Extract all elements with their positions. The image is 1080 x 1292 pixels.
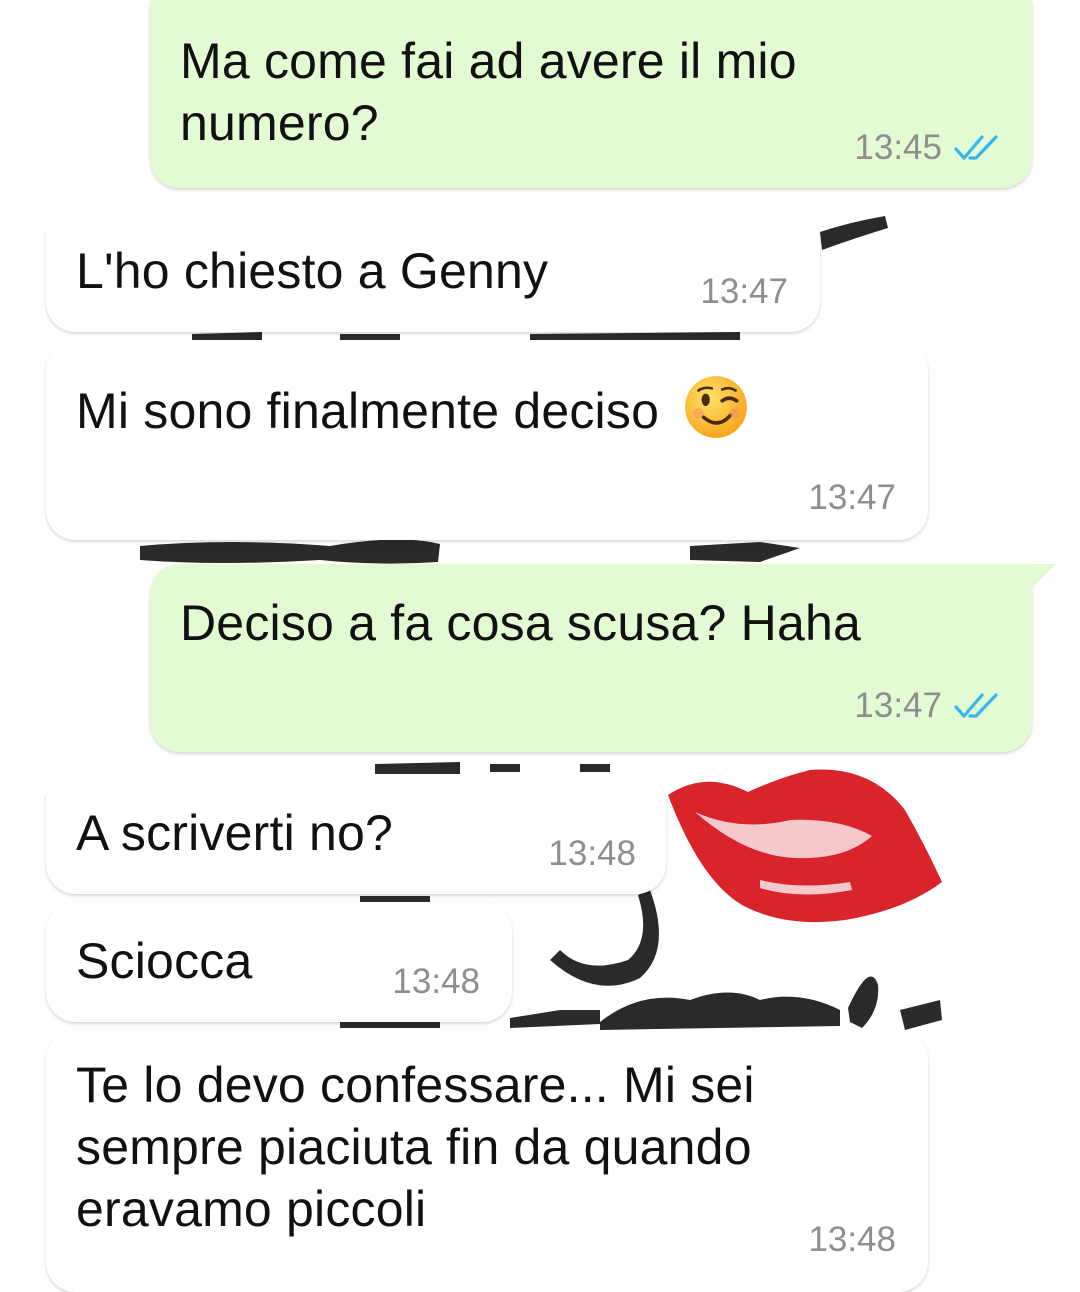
message-timestamp: 13:45 (854, 128, 942, 167)
message-timestamp: 13:47 (854, 686, 942, 725)
message-text-line: sempre piaciuta fin da quando (76, 1119, 752, 1175)
message-text-line: Mi sono finalmente deciso (76, 383, 660, 439)
message-text-line: Te lo devo confessare... Mi sei (76, 1057, 755, 1113)
message-incoming[interactable]: Sciocca 13:48 (46, 902, 512, 1022)
message-text-line: L'ho chiesto a Genny (76, 243, 549, 299)
message-timestamp: 13:48 (808, 1220, 896, 1259)
message-outgoing[interactable]: Deciso a fa cosa scusa? Haha 13:47 (150, 564, 1056, 752)
double-check-icon (954, 691, 1002, 721)
message-text-line: Ma come fai ad avere il mio (180, 33, 797, 89)
message-text-line: A scriverti no? (76, 805, 394, 861)
message-text-line: numero? (180, 95, 379, 151)
message-incoming[interactable]: Te lo devo confessare... Mi sei sempre p… (46, 1030, 928, 1292)
message-outgoing[interactable]: Ma come fai ad avere il mio numero? 13:4… (150, 0, 1032, 188)
message-incoming[interactable]: Mi sono finalmente deciso 13:47 (46, 340, 928, 540)
message-text-line: Deciso a fa cosa scusa? Haha (180, 595, 861, 651)
message-timestamp: 13:47 (700, 272, 788, 311)
message-incoming[interactable]: L'ho chiesto a Genny 13:47 (24, 212, 820, 332)
message-timestamp: 13:47 (808, 478, 896, 517)
winking-face-emoji-icon (685, 376, 748, 438)
message-text-line: eravamo piccoli (76, 1181, 427, 1237)
message-timestamp: 13:48 (392, 962, 480, 1001)
message-incoming[interactable]: A scriverti no? 13:48 (24, 774, 666, 894)
message-text-line: Sciocca (76, 933, 253, 989)
message-timestamp: 13:48 (548, 834, 636, 873)
double-check-icon (954, 133, 1002, 163)
